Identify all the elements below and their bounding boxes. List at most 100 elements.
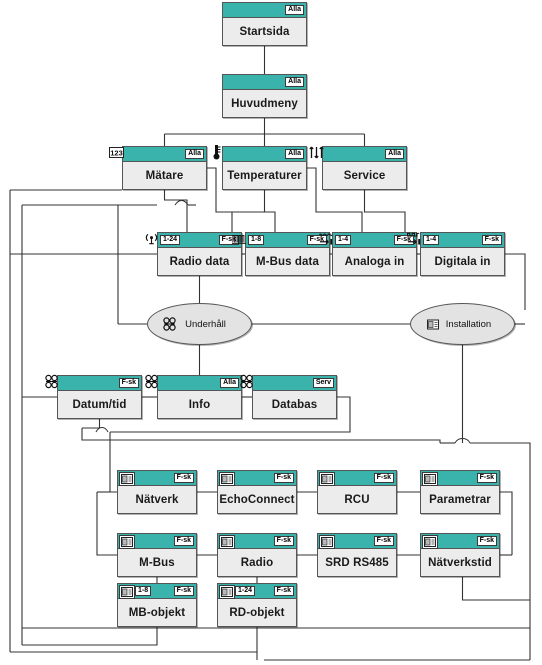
tools-icon bbox=[144, 373, 159, 390]
access-level-badge: F-sk bbox=[173, 536, 194, 546]
panel-icon bbox=[119, 535, 135, 549]
panel-icon bbox=[219, 472, 235, 486]
access-level-badge: Alla bbox=[285, 149, 304, 159]
ellipse-label: Underhåll bbox=[185, 318, 226, 330]
node-header-bar: F-sk bbox=[421, 471, 499, 486]
node-label: Huvudmeny bbox=[231, 98, 298, 110]
node-label: Radio bbox=[240, 557, 274, 569]
node-header-bar: Alla bbox=[309, 146, 406, 162]
node-startsida[interactable]: Alla Startsida bbox=[222, 2, 307, 46]
access-level-badge: F-sk bbox=[476, 536, 497, 546]
node-mbobjekt[interactable]: 1-8 F-sk MB-objekt bbox=[117, 583, 197, 627]
node-radiodata[interactable]: 1-24 F-sk Radio data bbox=[145, 232, 242, 276]
node-label: Mätare bbox=[145, 170, 184, 182]
node-label: Startsida bbox=[239, 26, 290, 38]
access-level-badge: Alla bbox=[220, 378, 239, 388]
node-digitalain[interactable]: 1-4 F-sk Digitala in bbox=[407, 232, 505, 276]
node-label: RCU bbox=[344, 494, 370, 506]
access-level-badge: Alla bbox=[385, 149, 404, 159]
panel-icon bbox=[319, 472, 335, 486]
node-analogain[interactable]: 1-4 F-sk Analoga in bbox=[319, 232, 417, 276]
node-header-bar: 1-24 F-sk bbox=[145, 233, 241, 248]
node-header-bar: F-sk bbox=[318, 471, 396, 486]
access-level-badge: Alla bbox=[185, 149, 204, 159]
range-badge: 1-4 bbox=[335, 235, 352, 245]
node-header-bar: F-sk bbox=[218, 471, 296, 486]
analog-in-icon bbox=[319, 230, 334, 247]
node-info[interactable]: Alla Info bbox=[145, 374, 242, 419]
node-label: Datum/tid bbox=[72, 399, 127, 411]
node-rdobjekt[interactable]: 1-24 F-sk RD-objekt bbox=[217, 583, 297, 627]
range-badge: 1-8 bbox=[135, 586, 152, 596]
node-mbus[interactable]: F-sk M-Bus bbox=[117, 533, 197, 577]
tools-icon bbox=[239, 373, 254, 390]
node-mbusdata[interactable]: 1-8 F-sk M-Bus data bbox=[232, 232, 330, 276]
node-header-bar: F-sk bbox=[45, 374, 141, 391]
node-label: Nätverkstid bbox=[428, 557, 492, 569]
node-label: Service bbox=[343, 170, 386, 182]
node-srdrs485[interactable]: F-sk SRD RS485 bbox=[317, 533, 397, 577]
node-header-bar: F-sk bbox=[118, 534, 196, 549]
node-header-bar: Alla bbox=[223, 3, 306, 18]
node-parametrar[interactable]: F-sk Parametrar bbox=[420, 470, 500, 514]
node-huvudmeny[interactable]: Alla Huvudmeny bbox=[222, 74, 307, 118]
access-level-badge: F-sk bbox=[373, 536, 394, 546]
svg-text:123: 123 bbox=[110, 148, 123, 157]
node-service[interactable]: Alla Service bbox=[309, 146, 407, 190]
node-radio[interactable]: F-sk Radio bbox=[217, 533, 297, 577]
access-level-badge: Alla bbox=[285, 5, 304, 15]
node-header-bar: Alla bbox=[213, 145, 306, 162]
node-header-bar: 1-24 F-sk bbox=[218, 584, 296, 599]
antenna-icon bbox=[144, 230, 159, 247]
node-label: M-Bus bbox=[139, 557, 175, 569]
access-level-badge: F-sk bbox=[481, 235, 502, 245]
tools-icon bbox=[44, 373, 59, 390]
access-level-badge: F-sk bbox=[373, 473, 394, 483]
menu-structure-diagram: Alla Startsida Alla Huvudmeny 123 Alla Mätare A… bbox=[0, 0, 542, 665]
node-label: MB-objekt bbox=[128, 607, 186, 619]
access-level-badge: Serv bbox=[312, 378, 334, 388]
ellipse-installation[interactable]: Installation bbox=[410, 303, 515, 345]
range-badge: 1-4 bbox=[423, 235, 440, 245]
node-header-bar: 1-4 F-sk bbox=[407, 232, 504, 248]
digital-in-icon bbox=[407, 230, 422, 247]
access-level-badge: Alla bbox=[285, 77, 304, 87]
node-label: SRD RS485 bbox=[325, 557, 389, 569]
mbus-wave-icon bbox=[232, 230, 247, 247]
panel-icon bbox=[219, 535, 235, 549]
node-rcu[interactable]: F-sk RCU bbox=[317, 470, 397, 514]
node-label: Info bbox=[188, 399, 211, 411]
panel-icon bbox=[119, 472, 135, 486]
node-echoconnect[interactable]: F-sk EchoConnect bbox=[217, 470, 297, 514]
access-level-badge: F-sk bbox=[118, 378, 139, 388]
panel-icon bbox=[219, 585, 235, 599]
access-level-badge: F-sk bbox=[273, 586, 294, 596]
node-label: EchoConnect bbox=[219, 494, 295, 506]
node-label: Databas bbox=[271, 399, 318, 411]
range-badge: 1-24 bbox=[160, 235, 181, 245]
node-matare[interactable]: 123 Alla Mätare bbox=[109, 146, 207, 190]
node-datumtid[interactable]: F-sk Datum/tid bbox=[45, 374, 142, 419]
node-header-bar: 1-8 F-sk bbox=[118, 584, 196, 599]
access-level-badge: F-sk bbox=[273, 536, 294, 546]
node-header-bar: 1-8 F-sk bbox=[232, 233, 329, 248]
panel-icon bbox=[422, 472, 438, 486]
node-label: Digitala in bbox=[434, 256, 491, 268]
node-header-bar: 123 Alla bbox=[109, 147, 206, 162]
ellipse-underhall[interactable]: Underhåll bbox=[147, 303, 252, 345]
panel-icon bbox=[425, 318, 440, 331]
node-natverk[interactable]: F-sk Nätverk bbox=[117, 470, 197, 514]
access-level-badge: F-sk bbox=[173, 586, 194, 596]
access-level-badge: F-sk bbox=[273, 473, 294, 483]
node-header-bar: Alla bbox=[223, 75, 306, 90]
tools-icon bbox=[162, 317, 177, 331]
node-header-bar: F-sk bbox=[421, 534, 499, 549]
node-databas[interactable]: Serv Databas bbox=[240, 374, 337, 419]
node-temperaturer[interactable]: Alla Temperaturer bbox=[213, 145, 307, 190]
node-header-bar: F-sk bbox=[218, 534, 296, 549]
node-header-bar: F-sk bbox=[318, 534, 396, 549]
node-label: Radio data bbox=[169, 256, 230, 268]
thermometer-icon bbox=[209, 144, 224, 161]
node-header-bar: F-sk bbox=[118, 471, 196, 486]
node-natverkstid[interactable]: F-sk Nätverkstid bbox=[420, 533, 500, 577]
